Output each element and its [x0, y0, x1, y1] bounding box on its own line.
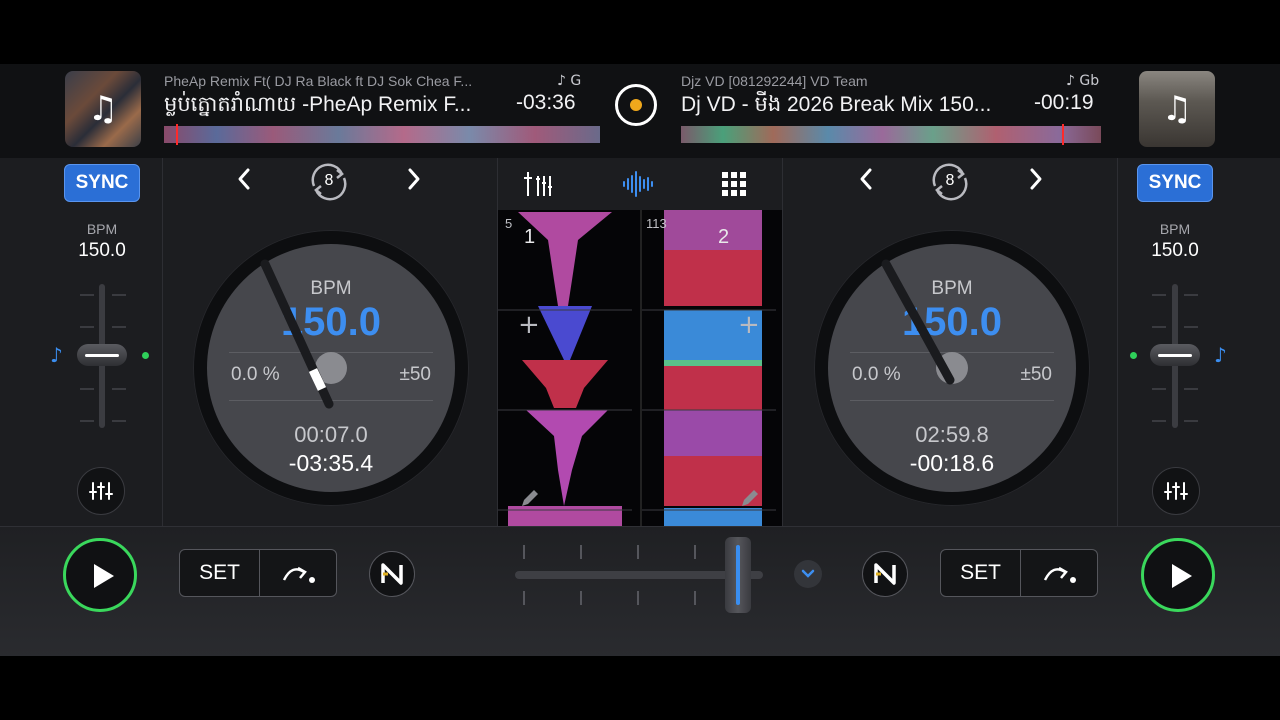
play-icon: [1172, 564, 1192, 588]
deck-b-jump-cue-button[interactable]: [1021, 550, 1098, 596]
waveform-view-icon: [623, 171, 653, 197]
deck-b-neural-mix-button[interactable]: [862, 551, 908, 597]
deck-b-set-cue-button[interactable]: SET: [941, 550, 1020, 596]
deck-a-playhead: [176, 124, 178, 145]
lane-beat-number: 5: [505, 216, 513, 231]
mixer-icon: [1164, 482, 1188, 500]
deck-a-title: ម្លប់ត្នោតរាំណាយ -PheAp Remix F...: [164, 93, 472, 116]
chevron-down-icon: [801, 569, 815, 578]
deck-b-prev-icon[interactable]: [858, 167, 874, 198]
tab-waveform[interactable]: [614, 166, 664, 202]
deck-a-cover-art[interactable]: ♫: [65, 71, 141, 147]
deck-b-overview-waveform[interactable]: [681, 124, 1101, 145]
deck-b-loop-value: 8: [945, 172, 955, 189]
edit-pencil-icon[interactable]: [518, 486, 542, 510]
pitch-handle[interactable]: [1150, 344, 1200, 366]
deck-a-platter[interactable]: BPM 150.0 0.0 % ±50 00:07.0 -03:35.4: [193, 230, 469, 506]
pitch-handle[interactable]: [77, 344, 127, 366]
play-icon: [94, 564, 114, 588]
deck-a-neural-mix-button[interactable]: [369, 551, 415, 597]
tab-mixer[interactable]: [516, 166, 566, 202]
key-lock-icon[interactable]: ♪: [50, 343, 63, 367]
deck-b-bpm-value: 150.0: [1151, 240, 1199, 261]
crossfader-knob[interactable]: [725, 537, 751, 613]
deck-b-waveform: [642, 210, 776, 526]
divider: [782, 158, 783, 526]
cue-jump-icon: [282, 566, 315, 583]
deck-b-title: Dj VD - មីង 2026 Break Mix 150...: [681, 93, 992, 116]
center-view-tabs: [498, 158, 782, 210]
neural-mix-icon: [874, 563, 896, 585]
mixer-view-icon: [524, 172, 552, 196]
divider: [162, 158, 163, 526]
key-lock-icon[interactable]: ♪: [1214, 343, 1227, 367]
pitch-center-indicator: [1130, 352, 1137, 359]
deck-a-artist: PheAp Remix Ft( DJ Ra Black ft DJ Sok Ch…: [164, 73, 473, 89]
music-note-icon: ♫: [1161, 89, 1193, 129]
grid-icon: [722, 172, 746, 196]
deck-a-jump-cue-button[interactable]: [260, 550, 337, 596]
mixer-icon: [89, 482, 113, 500]
crossfader-options-button[interactable]: [794, 560, 822, 588]
lane-deck-number: 1: [524, 226, 536, 248]
scrolling-waveforms[interactable]: 5 1 + 113 2 +: [498, 210, 782, 526]
tab-pads[interactable]: [710, 166, 760, 202]
deck-a-cue-group: SET: [179, 549, 337, 597]
record-button[interactable]: [615, 84, 657, 126]
deck-b-bpm-label: BPM: [1159, 221, 1191, 237]
add-cue-icon[interactable]: +: [738, 310, 760, 340]
deck-b-waveform-lane[interactable]: 113 2 +: [640, 210, 776, 526]
deck-b-sync-button[interactable]: SYNC: [1137, 164, 1213, 202]
deck-a-waveform-lane[interactable]: 5 1 +: [498, 210, 632, 526]
platter-needle: [881, 259, 955, 385]
deck-b-play-button[interactable]: [1141, 538, 1215, 612]
deck-b-artist: Djz VD [081292244] VD Team: [681, 73, 868, 89]
deck-b-playhead: [1062, 124, 1064, 145]
lane-beat-number: 113: [646, 216, 667, 231]
deck-a-eq-button[interactable]: [77, 467, 125, 515]
deck-a-play-button[interactable]: [63, 538, 137, 612]
neural-mix-icon: [381, 563, 403, 585]
deck-a-set-cue-button[interactable]: SET: [180, 550, 259, 596]
deck-a-overview-waveform[interactable]: [164, 124, 600, 145]
dj-app: ♫ PheAp Remix Ft( DJ Ra Black ft DJ Sok …: [0, 64, 1280, 656]
add-cue-icon[interactable]: +: [518, 310, 540, 340]
transport-bar: SET SET: [0, 526, 1280, 656]
deck-a-prev-icon[interactable]: [236, 167, 252, 198]
deck-b-cue-group: SET: [940, 549, 1098, 597]
track-header: ♫ PheAp Remix Ft( DJ Ra Black ft DJ Sok …: [0, 64, 1280, 158]
deck-b-remaining: -00:19: [1034, 91, 1094, 114]
deck-b-eq-button[interactable]: [1152, 467, 1200, 515]
deck-a-sync-button[interactable]: SYNC: [64, 164, 140, 202]
deck-a-remaining: -03:36: [516, 91, 576, 114]
divider: [1117, 158, 1118, 526]
deck-a-key: ♪ G: [557, 73, 582, 89]
deck-a-bpm-label: BPM: [86, 221, 118, 237]
edit-pencil-icon[interactable]: [738, 486, 762, 510]
deck-a-bpm-value: 150.0: [78, 240, 126, 261]
deck-b-platter[interactable]: BPM 150.0 0.0 % ±50 02:59.8 -00:18.6: [814, 230, 1090, 506]
deck-a-loop-value: 8: [324, 172, 334, 189]
deck-a-next-icon[interactable]: [406, 167, 422, 198]
deck-b-key: ♪ Gb: [1066, 73, 1100, 89]
deck-b-cover-art[interactable]: ♫: [1139, 71, 1215, 147]
cue-jump-icon: [1043, 566, 1076, 583]
deck-b-loop-button[interactable]: 8: [925, 160, 975, 204]
music-note-icon: ♫: [87, 89, 119, 129]
deck-a-loop-button[interactable]: 8: [304, 160, 354, 204]
record-icon: [630, 99, 642, 111]
pitch-center-indicator: [142, 352, 149, 359]
deck-a-waveform: [498, 212, 632, 526]
lane-deck-number: 2: [718, 226, 730, 248]
platter-needle: [260, 259, 334, 409]
deck-b-next-icon[interactable]: [1028, 167, 1044, 198]
